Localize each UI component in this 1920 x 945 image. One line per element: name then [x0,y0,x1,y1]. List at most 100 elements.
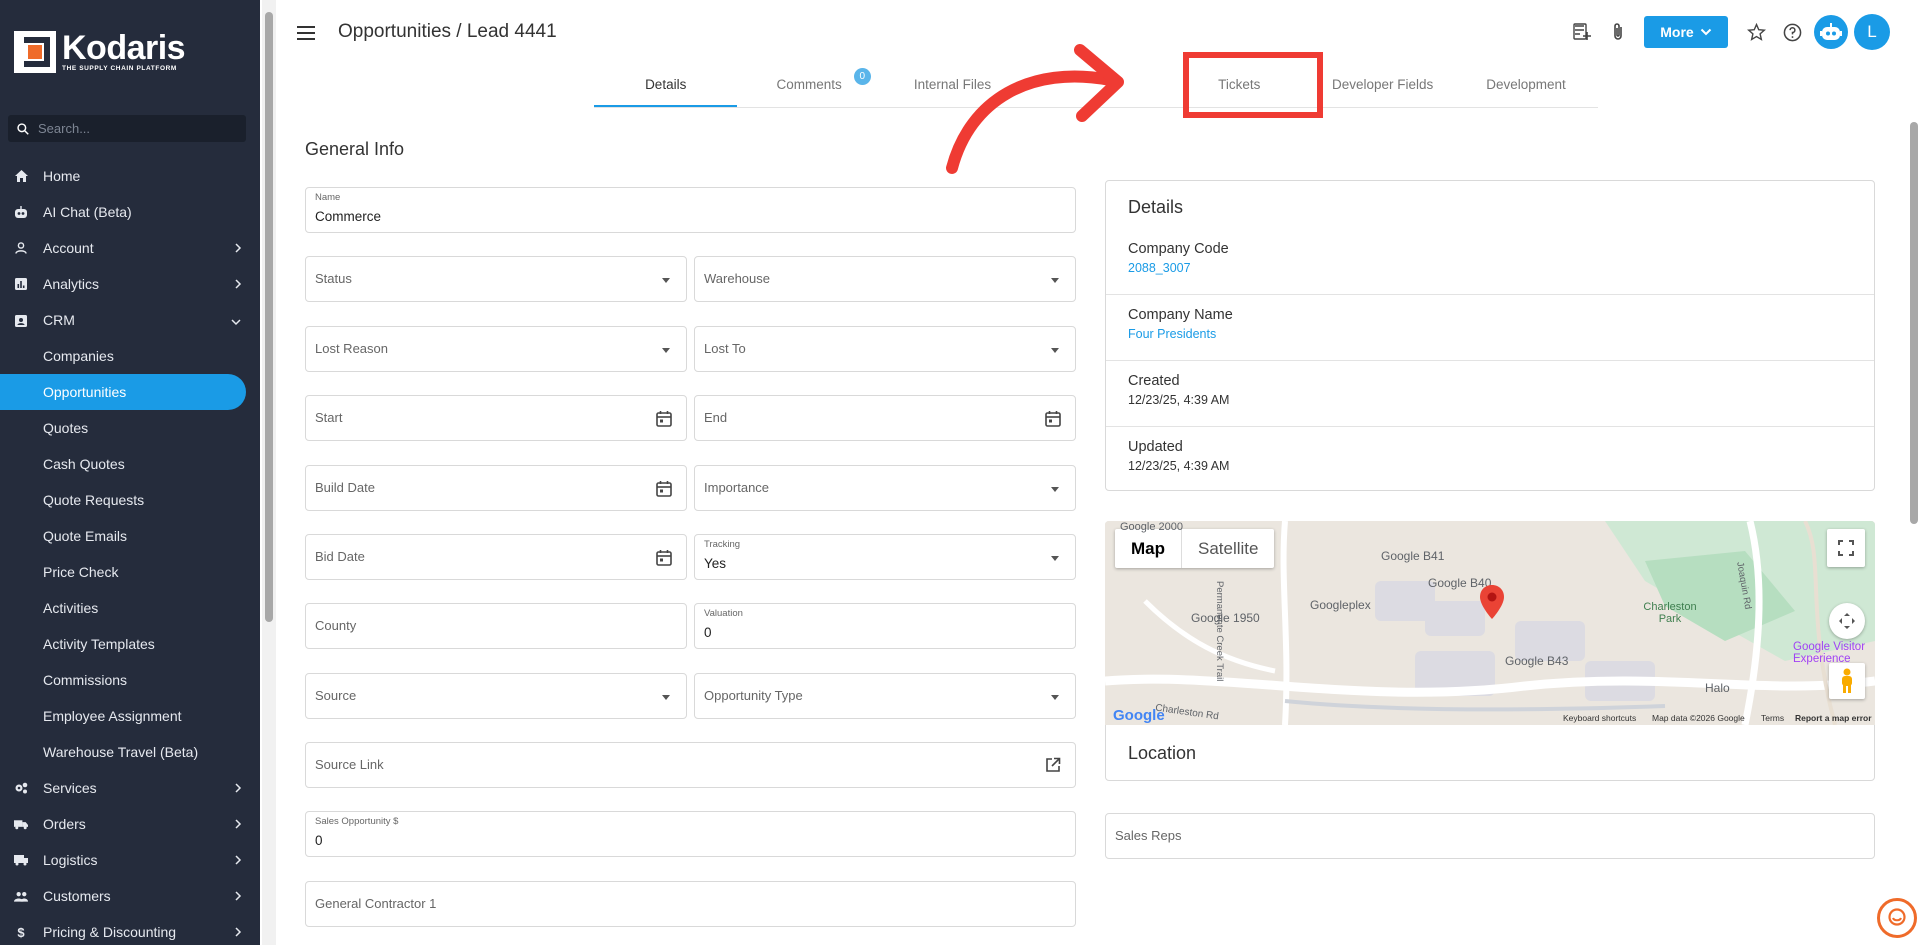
sidebar-nav: Home AI Chat (Beta) Account Analytics CR… [0,158,260,945]
sidebar-item-analytics[interactable]: Analytics [0,266,260,302]
sidebar-item-ai-chat[interactable]: AI Chat (Beta) [0,194,260,230]
sidebar-item-quote-requests[interactable]: Quote Requests [0,482,260,518]
open-in-new-icon[interactable] [1045,757,1061,778]
tracking-select[interactable]: Tracking Yes [694,534,1076,580]
status-select[interactable]: Status [305,256,687,302]
field-label: Sales Reps [1115,828,1182,843]
tab-developer-fields[interactable]: Developer Fields [1311,66,1454,107]
valuation-field[interactable]: Valuation 0 [694,603,1076,649]
sidebar-item-cash-quotes[interactable]: Cash Quotes [0,446,260,482]
star-icon[interactable] [1738,14,1774,50]
warehouse-select[interactable]: Warehouse [694,256,1076,302]
sidebar-scrollbar-thumb[interactable] [265,12,273,622]
field-label: Lost To [704,341,746,356]
fullscreen-icon[interactable] [1827,529,1865,567]
tab-label: Development [1486,77,1566,92]
add-note-icon[interactable] [1564,14,1600,50]
field-label: Valuation [704,608,743,619]
sidebar-item-label: Customers [43,888,111,904]
comments-count-badge: 0 [853,68,871,85]
calendar-icon[interactable] [1045,410,1061,432]
sidebar-item-crm[interactable]: CRM [0,302,260,338]
dropdown-arrow-icon [662,278,670,283]
company-name-link[interactable]: Four Presidents [1128,327,1216,341]
paperclip-icon[interactable] [1600,14,1636,50]
location-title: Location [1128,743,1197,763]
analytics-icon [14,277,28,291]
ai-assistant-icon[interactable] [1814,15,1848,49]
search-input[interactable] [38,121,238,136]
sidebar-item-orders[interactable]: Orders [0,806,260,842]
sidebar-item-quotes[interactable]: Quotes [0,410,260,446]
bid-date-field[interactable]: Bid Date [305,534,687,580]
sidebar-item-account[interactable]: Account [0,230,260,266]
tab-comments[interactable]: Comments 0 [737,66,880,107]
map-view-button[interactable]: Map [1115,529,1181,568]
sidebar-item-label: Activities [43,600,99,616]
start-date-field[interactable]: Start [305,395,687,441]
sidebar-item-employee-assignment[interactable]: Employee Assignment [0,698,260,734]
report-map-error-link[interactable]: Report a map error [1795,713,1872,723]
importance-select[interactable]: Importance [694,465,1076,511]
logistics-icon [14,853,28,867]
chevron-right-icon [234,889,242,905]
opportunity-type-select[interactable]: Opportunity Type [694,673,1076,719]
end-date-field[interactable]: End [694,395,1076,441]
sidebar-item-logistics[interactable]: Logistics [0,842,260,878]
sales-opportunity-field[interactable]: Sales Opportunity $ 0 [305,811,1076,857]
sidebar-item-customers[interactable]: Customers [0,878,260,914]
calendar-icon[interactable] [656,410,672,432]
sidebar-item-label: Quote Requests [43,492,145,508]
general-contractor-field[interactable]: General Contractor 1 [305,881,1076,927]
user-avatar[interactable]: L [1854,14,1890,50]
hamburger-menu-icon[interactable] [297,22,319,44]
person-icon [14,241,28,255]
help-icon[interactable] [1774,14,1810,50]
street-view-pegman-icon[interactable] [1829,663,1865,699]
google-map[interactable]: Map Satellite Google 2000 Google B41 Goo… [1105,521,1875,725]
sidebar-item-companies[interactable]: Companies [0,338,260,374]
lost-reason-select[interactable]: Lost Reason [305,326,687,372]
sidebar-item-pricing[interactable]: $ Pricing & Discounting [0,914,260,945]
tab-details[interactable]: Details [594,66,738,107]
sidebar-item-activity-templates[interactable]: Activity Templates [0,626,260,662]
field-label: General Contractor 1 [315,896,437,911]
name-field[interactable]: Name Commerce [305,187,1076,233]
kodaris-logo[interactable]: Kodaris THE SUPPLY CHAIN PLATFORM [14,30,186,74]
sidebar-item-label: Commissions [43,672,128,688]
sidebar-item-services[interactable]: Services [0,770,260,806]
county-field[interactable]: County [305,603,687,649]
field-label: Tracking [704,539,741,550]
source-select[interactable]: Source [305,673,687,719]
main-scrollbar-thumb[interactable] [1910,122,1918,524]
lost-to-select[interactable]: Lost To [694,326,1076,372]
tab-development[interactable]: Development [1454,66,1597,107]
map-camera-control-icon[interactable] [1829,603,1865,639]
sidebar-item-activities[interactable]: Activities [0,590,260,626]
map-label: Google B41 [1381,549,1445,563]
support-chat-button[interactable] [1877,898,1917,938]
calendar-icon[interactable] [656,549,672,571]
sidebar-item-warehouse-travel[interactable]: Warehouse Travel (Beta) [0,734,260,770]
terms-link[interactable]: Terms [1761,713,1784,723]
source-link-field[interactable]: Source Link [305,742,1076,788]
build-date-field[interactable]: Build Date [305,465,687,511]
sidebar-item-price-check[interactable]: Price Check [0,554,260,590]
satellite-view-button[interactable]: Satellite [1181,529,1274,568]
field-label: Build Date [315,480,375,495]
field-value: 0 [315,833,323,848]
map-label: Google Visitor Experience [1793,641,1866,665]
tab-label: Developer Fields [1332,77,1434,92]
keyboard-shortcuts-link[interactable]: Keyboard shortcuts [1563,713,1636,723]
brand-tagline: THE SUPPLY CHAIN PLATFORM [62,65,177,73]
company-code-link[interactable]: 2088_3007 [1128,261,1191,275]
sales-reps-field[interactable]: Sales Reps [1105,813,1875,859]
sidebar-item-commissions[interactable]: Commissions [0,662,260,698]
calendar-icon[interactable] [656,480,672,502]
sidebar-item-home[interactable]: Home [0,158,260,194]
more-button[interactable]: More [1644,16,1728,48]
sidebar-item-quote-emails[interactable]: Quote Emails [0,518,260,554]
created-value: 12/23/25, 4:39 AM [1128,393,1230,407]
company-name-label: Company Name [1128,307,1233,323]
sidebar-item-opportunities[interactable]: Opportunities [0,374,246,410]
